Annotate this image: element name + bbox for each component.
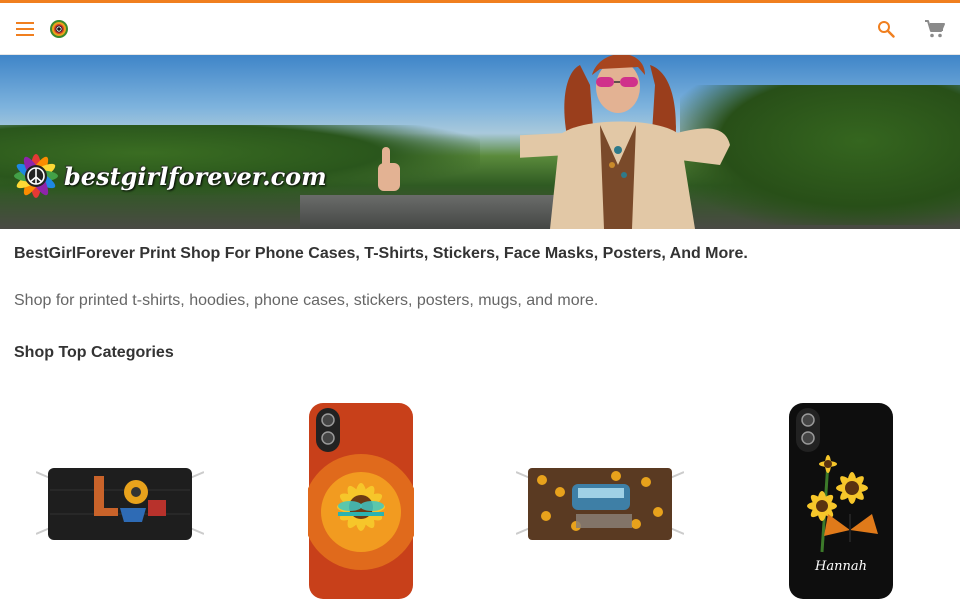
phone-case-image: Hannah <box>789 403 893 599</box>
cart-button[interactable] <box>920 3 950 54</box>
peace-flower-icon <box>50 19 68 38</box>
thumbs-up-hand-image <box>378 147 400 191</box>
hitchhiker-woman-image <box>520 55 730 229</box>
phone-case-image <box>303 403 419 599</box>
hero-banner[interactable]: bestgirlforever.com <box>0 55 960 229</box>
page-description: Shop for printed t-shirts, hoodies, phon… <box>14 292 599 309</box>
menu-button[interactable] <box>10 3 40 54</box>
phone-case-name-text: Hannah <box>814 559 867 574</box>
product-card[interactable]: Hannah <box>788 402 894 605</box>
menu-icon <box>16 21 34 36</box>
page-headline: BestGirlForever Print Shop For Phone Cas… <box>14 245 748 262</box>
peace-flower-icon <box>14 154 58 198</box>
home-logo-link[interactable] <box>46 3 72 54</box>
section-title: Shop Top Categories <box>14 344 174 361</box>
face-mask-image <box>515 468 685 540</box>
face-mask-image <box>35 468 205 540</box>
product-card[interactable] <box>515 462 685 549</box>
search-button[interactable] <box>872 3 900 54</box>
banner-logo-text: bestgirlforever.com <box>64 161 327 191</box>
banner-logo: bestgirlforever.com <box>10 150 327 202</box>
search-icon <box>878 20 895 38</box>
shopping-cart-icon <box>925 19 945 37</box>
product-card[interactable] <box>303 402 419 605</box>
product-card[interactable] <box>35 462 205 549</box>
top-header <box>0 3 960 55</box>
